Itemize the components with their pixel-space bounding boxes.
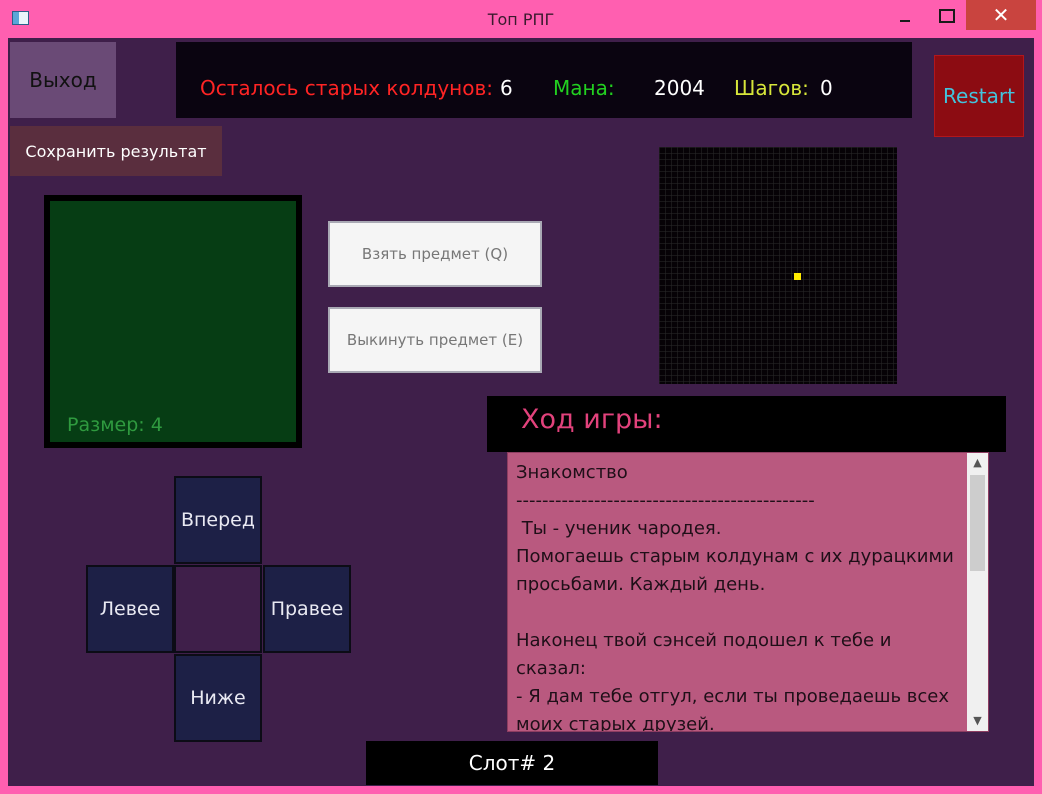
inventory-slot[interactable]: Размер: 4 — [50, 201, 296, 442]
dpad-center — [174, 565, 262, 653]
game-log-text: Знакомство -----------------------------… — [516, 462, 954, 732]
player-marker — [794, 273, 801, 280]
drop-item-button[interactable]: Выкинуть предмет (E) — [328, 307, 542, 373]
minimize-button[interactable] — [886, 0, 926, 30]
move-down-button[interactable]: Ниже — [174, 654, 262, 742]
restart-button[interactable]: Restart — [934, 55, 1024, 137]
mana-label: Мана: — [553, 76, 615, 100]
mana-value: 2004 — [654, 76, 705, 100]
slot-indicator: Слот# 2 — [366, 741, 658, 785]
maximize-icon — [939, 9, 955, 23]
steps-label: Шагов: — [734, 76, 809, 100]
minimap — [659, 147, 897, 384]
move-forward-button[interactable]: Вперед — [174, 476, 262, 564]
wizards-left-label: Осталось старых колдунов: — [200, 76, 493, 100]
game-log-title: Ход игры: — [521, 404, 663, 435]
close-button[interactable]: ✕ — [966, 0, 1036, 30]
status-panel: Осталось старых колдунов: 6 Мана: 2004 Ш… — [176, 42, 912, 118]
move-right-button[interactable]: Правее — [263, 565, 351, 653]
steps-value: 0 — [820, 76, 833, 100]
wizards-left-value: 6 — [500, 76, 513, 100]
title-bar: Топ РПГ ✕ — [0, 0, 1042, 38]
take-item-button[interactable]: Взять предмет (Q) — [328, 221, 542, 287]
close-icon: ✕ — [992, 3, 1010, 27]
log-scrollbar[interactable]: ▲ ▼ — [967, 453, 988, 731]
game-client-area: Выход Осталось старых колдунов: 6 Мана: … — [8, 38, 1034, 786]
exit-button[interactable]: Выход — [10, 42, 116, 118]
game-log[interactable]: Знакомство -----------------------------… — [507, 452, 989, 732]
minimize-icon — [900, 20, 910, 22]
save-result-button[interactable]: Сохранить результат — [10, 126, 222, 176]
scroll-thumb[interactable] — [970, 475, 985, 571]
inventory-panel: Размер: 4 — [44, 195, 302, 448]
game-log-header: Ход игры: — [487, 396, 1006, 452]
inventory-size-label: Размер: 4 — [67, 414, 163, 436]
maximize-button[interactable] — [926, 0, 966, 30]
move-left-button[interactable]: Левее — [86, 565, 174, 653]
scroll-down-icon[interactable]: ▼ — [967, 711, 988, 731]
scroll-up-icon[interactable]: ▲ — [967, 453, 988, 473]
